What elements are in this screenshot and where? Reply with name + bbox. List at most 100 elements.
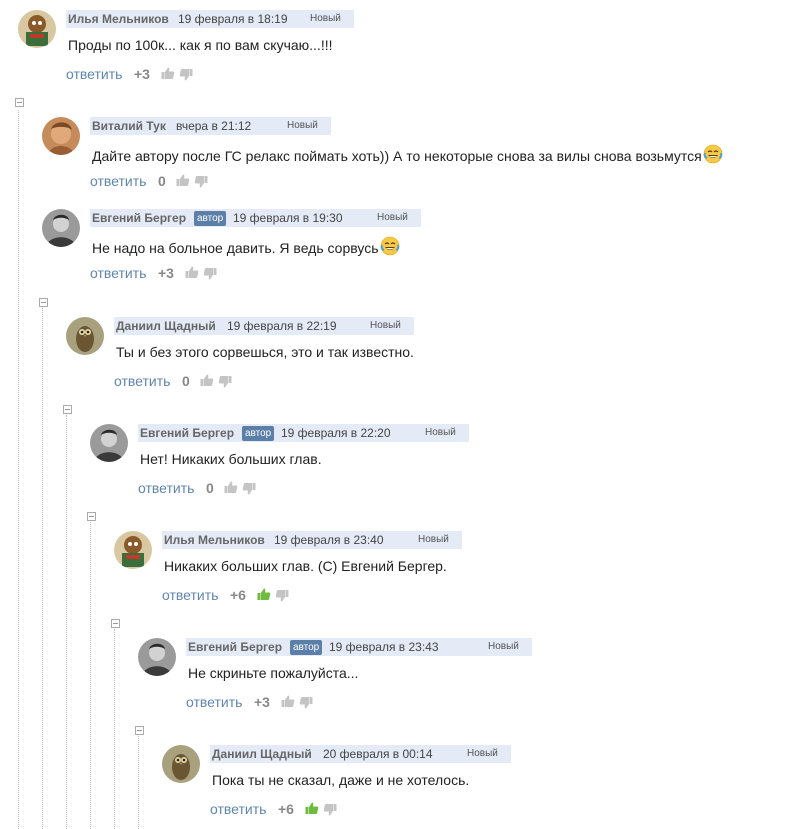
comment-text-content: Нет! Никаких больших глав. [140, 451, 322, 467]
comment-text-content: Никаких больших глав. (С) Евгений Бергер… [164, 558, 447, 574]
thumb-down-icon[interactable] [203, 267, 217, 281]
comment-text-content: Дайте автору после ГС релакс поймать хот… [92, 148, 702, 164]
comment-text-content: Не надо на больное давить. Я ведь сорвус… [92, 240, 379, 256]
avatar[interactable] [162, 745, 200, 783]
thumb-down-icon[interactable] [242, 482, 256, 496]
avatar[interactable] [138, 638, 176, 676]
vote-score: 0 [158, 173, 166, 189]
comment-header: Евгений Бергер автор 19 февраля в 23:43 Нов… [186, 638, 532, 656]
comment-text: Не скриньте пожалуйста... [188, 665, 358, 681]
author-badge: автор [242, 426, 275, 441]
cartoon-avatar [114, 531, 152, 569]
comment: Виталий Тук вчера в 21:12 Новый Дайте автор… [42, 117, 780, 197]
vote-score: +3 [134, 66, 150, 82]
comment-date[interactable]: 20 февраля в 00:14 [323, 747, 433, 761]
avatar[interactable] [66, 317, 104, 355]
thumb-up-icon[interactable] [257, 587, 271, 601]
comment-date[interactable]: 19 февраля в 18:19 [178, 12, 288, 26]
comment-date[interactable]: 19 февраля в 19:30 [233, 211, 343, 225]
bw-photo-avatar [42, 209, 80, 247]
collapse-toggle-icon[interactable] [63, 405, 72, 414]
comment-text-content: Проды по 100к... как я по вам скучаю...!… [68, 37, 333, 53]
new-badge: Новый [377, 212, 408, 223]
avatar[interactable] [114, 531, 152, 569]
reply-link[interactable]: ответить [186, 694, 242, 710]
thumb-up-icon[interactable] [305, 801, 319, 815]
comment-text: Никаких больших глав. (С) Евгений Бергер… [164, 558, 447, 574]
comment-text-content: Не скриньте пожалуйста... [188, 665, 359, 681]
bw-photo-avatar [90, 424, 128, 462]
comment-date[interactable]: вчера в 21:12 [176, 119, 251, 133]
photo-avatar [42, 117, 80, 155]
collapse-toggle-icon[interactable] [15, 98, 24, 107]
thumb-up-icon[interactable] [224, 480, 238, 494]
comment-text-content: Пока ты не сказал, даже и не хотелось. [212, 772, 470, 788]
thumb-down-icon[interactable] [299, 696, 313, 710]
collapse-toggle-icon[interactable] [39, 298, 48, 307]
thumb-up-icon[interactable] [281, 694, 295, 708]
avatar[interactable] [90, 424, 128, 462]
vote-score: +3 [158, 265, 174, 281]
comment-text: Дайте автору после ГС релакс поймать хот… [92, 144, 723, 164]
comment-header: Илья Мельников 19 февраля в 18:19 Новый [66, 10, 354, 28]
comment-text: Нет! Никаких больших глав. [140, 451, 322, 467]
collapse-toggle-icon[interactable] [87, 512, 96, 521]
collapse-toggle-icon[interactable] [135, 726, 144, 735]
thumb-down-icon[interactable] [194, 175, 208, 189]
author-name[interactable]: Даниил Щадный [212, 747, 312, 761]
new-badge: Новый [370, 320, 401, 331]
comment-text: Не надо на больное давить. Я ведь сорвус… [92, 236, 400, 256]
reply-link[interactable]: ответить [66, 66, 122, 82]
avatar[interactable] [42, 209, 80, 247]
reply-link[interactable]: ответить [210, 801, 266, 817]
reply-link[interactable]: ответить [90, 173, 146, 189]
reply-link[interactable]: ответить [162, 587, 218, 603]
vote-score: +3 [254, 694, 270, 710]
vote-score: 0 [206, 480, 214, 496]
author-name[interactable]: Евгений Бергер [92, 211, 186, 225]
author-name[interactable]: Евгений Бергер [140, 426, 234, 440]
comment: Евгений Бергер автор 19 февраля в 19:30 Нов… [42, 209, 780, 289]
thumb-up-icon[interactable] [161, 66, 175, 80]
thumb-up-icon[interactable] [200, 373, 214, 387]
reply-link[interactable]: ответить [138, 480, 194, 496]
author-name[interactable]: Илья Мельников [68, 12, 169, 26]
owl-avatar [162, 745, 200, 783]
reply-link[interactable]: ответить [90, 265, 146, 281]
comment-thread: Илья Мельников 19 февраля в 18:19 Новый Про… [0, 0, 785, 829]
comment: Илья Мельников 19 февраля в 23:40 Новый Ник… [114, 531, 780, 611]
author-name[interactable]: Евгений Бергер [188, 640, 282, 654]
comment-date[interactable]: 19 февраля в 23:40 [274, 533, 384, 547]
cartoon-avatar [18, 10, 56, 48]
thumb-down-icon[interactable] [218, 375, 232, 389]
new-badge: Новый [418, 534, 449, 545]
comment-text: Проды по 100к... как я по вам скучаю...!… [68, 37, 333, 53]
thumb-up-icon[interactable] [185, 265, 199, 279]
comment-header: Евгений Бергер автор 19 февраля в 22:20 Нов… [138, 424, 469, 442]
author-name[interactable]: Виталий Тук [92, 119, 166, 133]
thumb-down-icon[interactable] [179, 68, 193, 82]
reply-link[interactable]: ответить [114, 373, 170, 389]
comment: Даниил Щадный 20 февраля в 00:14 Новый Пока… [162, 745, 780, 825]
comment-date[interactable]: 19 февраля в 22:19 [227, 319, 337, 333]
vote-score: +6 [278, 801, 294, 817]
thumb-up-icon[interactable] [176, 173, 190, 187]
owl-avatar [66, 317, 104, 355]
author-name[interactable]: Даниил Щадный [116, 319, 216, 333]
thumb-down-icon[interactable] [275, 589, 289, 603]
thumb-down-icon[interactable] [323, 803, 337, 817]
collapse-toggle-icon[interactable] [111, 619, 120, 628]
thread-line [138, 736, 139, 829]
author-badge: автор [194, 211, 227, 226]
thread-line [114, 629, 115, 829]
avatar[interactable] [42, 117, 80, 155]
comment-date[interactable]: 19 февраля в 22:20 [281, 426, 391, 440]
avatar[interactable] [18, 10, 56, 48]
author-name[interactable]: Илья Мельников [164, 533, 265, 547]
comment-date[interactable]: 19 февраля в 23:43 [329, 640, 439, 654]
new-badge: Новый [310, 13, 341, 24]
thread-line [18, 110, 19, 829]
author-badge: автор [290, 640, 323, 655]
comment-text-content: Ты и без этого сорвешься, это и так изве… [116, 344, 414, 360]
comment-text: Пока ты не сказал, даже и не хотелось. [212, 772, 469, 788]
